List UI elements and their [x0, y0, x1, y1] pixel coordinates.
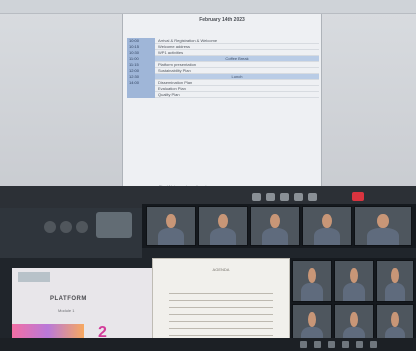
agenda-document: February 14th 2023 10:00 Arrival & Regist…	[122, 14, 322, 192]
share-icon[interactable]	[280, 193, 289, 201]
agenda-item: Quality Plan	[155, 92, 319, 98]
self-view-tile	[96, 212, 132, 238]
toolbar-icon[interactable]	[300, 341, 307, 348]
logo	[18, 272, 50, 282]
leave-button[interactable]	[352, 192, 364, 201]
bottom-toolbar	[0, 338, 416, 351]
control-button[interactable]	[60, 221, 72, 233]
paper-heading: AGENDA	[212, 267, 230, 272]
participant-tile[interactable]	[354, 206, 412, 246]
toolbar-icon[interactable]	[342, 341, 349, 348]
agenda-title: February 14th 2023	[199, 17, 245, 23]
left-control-strip	[0, 208, 142, 258]
control-button[interactable]	[44, 221, 56, 233]
participant-tile[interactable]	[376, 260, 414, 302]
participant-tile[interactable]	[198, 206, 248, 246]
agenda-table: 10:00 Arrival & Registration & Welcome 10:…	[127, 38, 319, 98]
participant-tile[interactable]	[292, 260, 332, 302]
toolbar-icon[interactable]	[328, 341, 335, 348]
agenda-row: Quality Plan	[127, 92, 319, 98]
shared-screen-document: February 14th 2023 10:00 Arrival & Regist…	[0, 0, 416, 192]
document-ribbon	[0, 0, 416, 14]
agenda-time	[127, 92, 155, 98]
control-buttons	[44, 220, 94, 233]
video-icon[interactable]	[266, 193, 275, 201]
toolbar-icon[interactable]	[314, 341, 321, 348]
control-button[interactable]	[76, 221, 88, 233]
participant-tile[interactable]	[302, 206, 352, 246]
participant-tile[interactable]	[334, 260, 374, 302]
toolbar-icon[interactable]	[356, 341, 363, 348]
platform-label: PLATFORM	[50, 296, 87, 302]
paper-lines	[169, 293, 273, 342]
mic-icon[interactable]	[252, 193, 261, 201]
module-label: Module 1	[58, 308, 75, 313]
participant-gallery-top	[142, 204, 416, 248]
participant-tile[interactable]	[250, 206, 300, 246]
toolbar-icon[interactable]	[370, 341, 377, 348]
participant-tile[interactable]	[146, 206, 196, 246]
chat-icon[interactable]	[294, 193, 303, 201]
participants-icon[interactable]	[308, 193, 317, 201]
